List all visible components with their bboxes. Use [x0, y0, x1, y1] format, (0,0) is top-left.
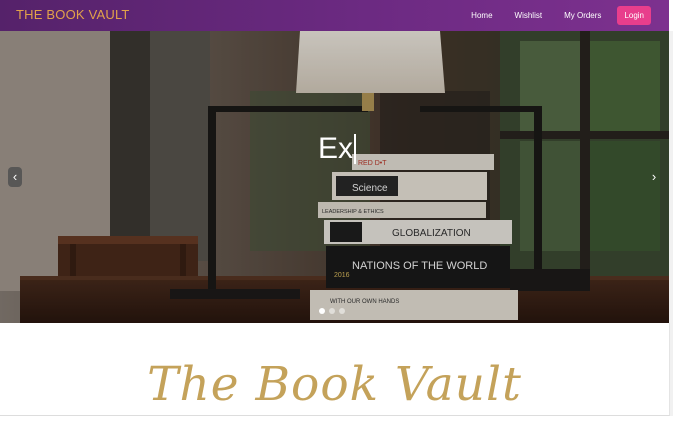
carousel-indicators	[319, 308, 349, 314]
navbar: THE BOOK VAULT Home Wishlist My Orders L…	[0, 0, 669, 31]
nav-link-wishlist[interactable]: Wishlist	[515, 11, 543, 20]
nav-link-home[interactable]: Home	[471, 11, 492, 20]
carousel-indicator-dot[interactable]	[329, 308, 335, 314]
chevron-right-icon: ›	[651, 169, 657, 184]
carousel-caption: Ex	[318, 132, 357, 165]
carousel-prev-button[interactable]: ‹	[8, 167, 22, 187]
hero-carousel: RED D•T Science LEADERSHIP & ETHICS GLOB…	[0, 31, 669, 323]
carousel-indicator-dot[interactable]	[319, 308, 325, 314]
carousel-indicator-dot[interactable]	[339, 308, 345, 314]
login-button[interactable]: Login	[617, 6, 651, 25]
nav-links: Home Wishlist My Orders Login	[449, 0, 651, 31]
page-title: The Book Vault	[147, 357, 522, 412]
chevron-left-icon: ‹	[12, 169, 18, 184]
carousel-caption-text: Ex	[318, 132, 354, 165]
brand-logo[interactable]: THE BOOK VAULT	[16, 7, 130, 22]
nav-link-my-orders[interactable]: My Orders	[564, 11, 601, 20]
main-content: The Book Vault	[0, 323, 670, 416]
carousel-next-button[interactable]: ›	[647, 167, 661, 187]
hero-image: RED D•T Science LEADERSHIP & ETHICS GLOB…	[0, 31, 669, 323]
typing-caret	[354, 134, 357, 164]
